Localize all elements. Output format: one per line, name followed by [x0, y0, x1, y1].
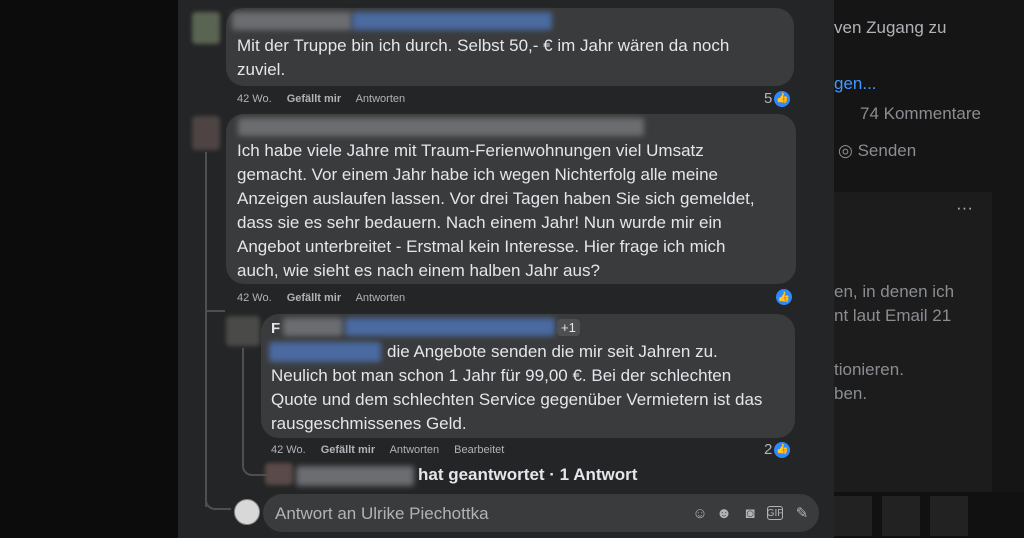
snippet-text: en, in denen ich: [834, 282, 955, 301]
comment-bubble: Ich habe viele Jahre mit Traum-Ferienwoh…: [226, 114, 796, 284]
comment-actions: 42 Wo. Gefällt mir Antworten: [237, 93, 417, 105]
like-button[interactable]: Gefällt mir: [287, 292, 341, 304]
sticker-face-icon[interactable]: ☺: [691, 504, 709, 522]
thread-connector: [205, 440, 231, 510]
reply-button[interactable]: Antworten: [390, 444, 440, 456]
mention-redacted[interactable]: [345, 318, 555, 336]
avatar[interactable]: [265, 463, 293, 485]
timestamp[interactable]: 42 Wo.: [271, 444, 306, 456]
reply-bubble: F +1 die Angebote senden die mir seit Ja…: [261, 314, 795, 438]
snippet-text: ben.: [834, 384, 868, 403]
comment-text: Quote und dem schlechten Service gegenüb…: [271, 390, 763, 409]
comment-text: gemacht. Vor einem Jahr habe ich wegen N…: [237, 165, 718, 184]
reply-button[interactable]: Antworten: [356, 93, 406, 105]
see-more-link[interactable]: gen...: [834, 74, 877, 94]
comments-panel: Mit der Truppe bin ich durch. Selbst 50,…: [178, 0, 834, 538]
gif-icon[interactable]: GIF: [767, 506, 783, 520]
comment-actions: 42 Wo. Gefällt mir Antworten Bearbeitet: [271, 444, 516, 456]
timestamp[interactable]: 42 Wo.: [237, 93, 272, 105]
edited-label: Bearbeitet: [454, 444, 505, 456]
view-replies-link[interactable]: hat geantwortet · 1 Antwort: [418, 465, 637, 485]
mention-redacted[interactable]: [269, 342, 381, 362]
like-button[interactable]: Gefällt mir: [287, 93, 341, 105]
avatar[interactable]: [226, 316, 260, 346]
page-background-left: [0, 0, 178, 538]
commenter-name-redacted[interactable]: [232, 12, 352, 30]
like-icon: 👍: [774, 90, 791, 107]
bottom-strip: [834, 492, 1024, 538]
comment-text: Angebot unterbreitet - Erstmal kein Inte…: [237, 237, 726, 256]
emoji-icon[interactable]: ☻: [715, 504, 733, 522]
replier-name-redacted[interactable]: [296, 466, 414, 486]
reactions[interactable]: 2 👍: [764, 441, 791, 458]
timestamp[interactable]: 42 Wo.: [237, 292, 272, 304]
thumbnail: [930, 496, 968, 536]
commenter-name-redacted[interactable]: [238, 118, 644, 136]
reply-input-placeholder: Antwort an Ulrike Piechottka: [275, 504, 489, 523]
thread-connector: [205, 310, 225, 330]
comment-text: zuviel.: [237, 60, 286, 79]
user-avatar[interactable]: [234, 499, 260, 525]
reply-input[interactable]: Antwort an Ulrike Piechottka ☺ ☻ ◙ GIF ✎: [263, 494, 819, 532]
comment-bubble: Mit der Truppe bin ich durch. Selbst 50,…: [226, 8, 794, 86]
comment-text: dass sie es sehr bedauern. Nach einem Ja…: [237, 213, 722, 232]
snippet-text: tionieren.: [834, 360, 904, 379]
avatar[interactable]: [192, 12, 220, 44]
mention-badge[interactable]: +1: [557, 319, 580, 336]
mention-redacted[interactable]: [352, 12, 552, 30]
avatar[interactable]: [192, 116, 220, 150]
commenter-name-redacted[interactable]: [283, 318, 343, 336]
snippet-text: nt laut Email 21: [834, 306, 952, 325]
like-icon: 👍: [776, 289, 792, 305]
like-button[interactable]: Gefällt mir: [321, 444, 375, 456]
comment-text: Anzeigen auslaufen lassen. Vor drei Tage…: [237, 189, 755, 208]
comment-text: rausgeschmissenes Geld.: [271, 414, 467, 433]
comment-text: auch, wie sieht es nach einem halben Jah…: [237, 261, 600, 280]
comment-actions: 42 Wo. Gefällt mir Antworten: [237, 292, 417, 304]
messenger-icon: ◎: [838, 141, 853, 160]
reaction-count: 5: [764, 90, 773, 107]
comment-text: die Angebote senden die mir seit Jahren …: [387, 342, 718, 361]
comment-text: Neulich bot man schon 1 Jahr für 99,00 €…: [271, 366, 732, 385]
reactions[interactable]: 5 👍: [764, 90, 791, 107]
post-text-fragment: ven Zugang zu: [834, 18, 947, 37]
send-button[interactable]: ◎ Senden: [838, 141, 916, 161]
comment-text: Ich habe viele Jahre mit Traum-Ferienwoh…: [237, 141, 704, 160]
commenter-name-initial[interactable]: F: [271, 320, 280, 337]
like-icon: 👍: [774, 441, 791, 458]
thumbnail: [882, 496, 920, 536]
sidebar-card: ··· en, in denen ich nt laut Email 21 ti…: [834, 192, 992, 492]
sticker-icon[interactable]: ✎: [793, 504, 811, 522]
camera-icon[interactable]: ◙: [741, 504, 759, 522]
reaction-count: 2: [764, 441, 773, 458]
more-options-icon[interactable]: ···: [956, 198, 973, 218]
send-label: Senden: [857, 141, 917, 160]
comments-count[interactable]: 74 Kommentare: [860, 104, 981, 124]
reply-button[interactable]: Antworten: [356, 292, 406, 304]
thumbnail: [834, 496, 872, 536]
comment-text: Mit der Truppe bin ich durch. Selbst 50,…: [237, 36, 730, 55]
reactions[interactable]: 👍: [776, 289, 792, 305]
